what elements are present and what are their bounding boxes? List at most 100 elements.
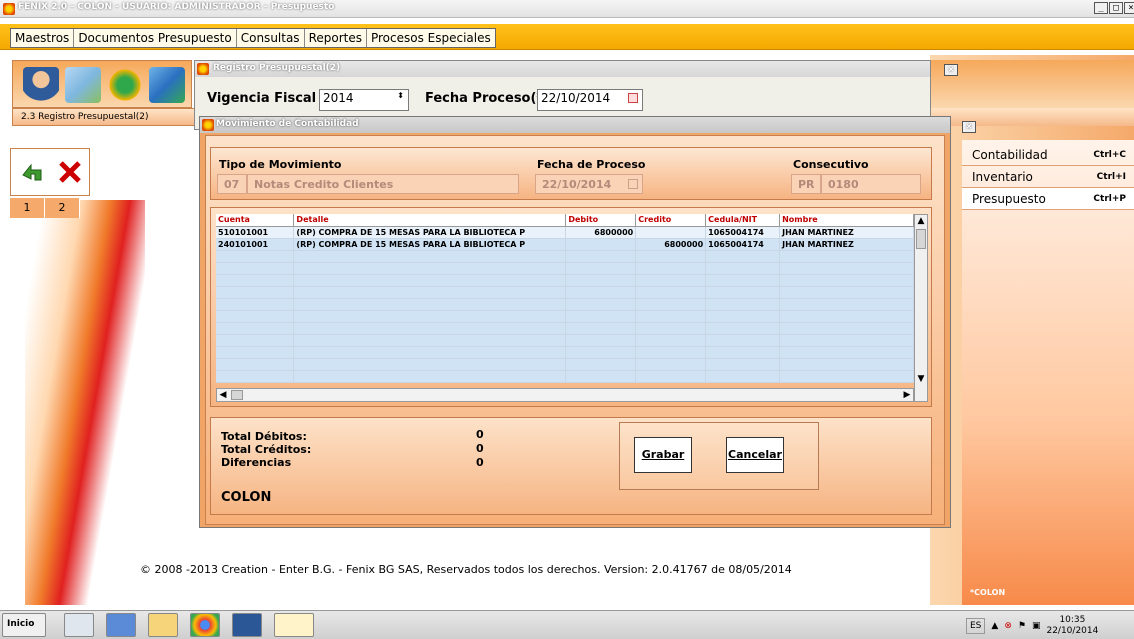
chrome-taskbar-icon[interactable] <box>190 613 220 637</box>
grabar-button[interactable]: Grabar <box>634 437 692 473</box>
empty-row[interactable] <box>216 286 914 299</box>
module-item-presupuesto[interactable]: Presupuesto Ctrl+P <box>962 188 1134 210</box>
computer-taskbar-icon[interactable] <box>64 613 94 637</box>
menu-procesos-especiales[interactable]: Procesos Especiales <box>367 29 495 47</box>
word-taskbar-icon[interactable] <box>232 613 262 637</box>
close-button[interactable]: × <box>944 64 958 76</box>
delete-icon[interactable] <box>57 159 83 185</box>
empty-row[interactable] <box>216 250 914 263</box>
fenix-taskbar-icon[interactable] <box>274 613 314 637</box>
page-tab-2[interactable]: 2 <box>45 198 80 218</box>
scroll-left-icon[interactable]: ◀ <box>217 389 229 401</box>
network-status-icon[interactable]: ⊗ <box>1004 621 1012 631</box>
calendar-icon[interactable] <box>628 179 638 189</box>
scroll-down-icon[interactable]: ▼ <box>915 373 927 385</box>
empty-row[interactable] <box>216 262 914 275</box>
empty-row[interactable] <box>216 298 914 311</box>
movimiento-contabilidad-dialog: Movimiento de Contabilidad _ □ × Tipo de… <box>199 116 976 528</box>
vigencia-label: Vigencia Fiscal <box>207 91 317 106</box>
clock[interactable]: 10:35 22/10/2014 <box>1046 615 1098 637</box>
cell-nombre[interactable]: JHAN MARTINEZ <box>779 226 914 239</box>
explorer-taskbar-icon[interactable] <box>148 613 178 637</box>
cell-detalle[interactable]: (RP) COMPRA DE 15 MESAS PARA LA BIBLIOTE… <box>293 226 567 239</box>
cell-nit[interactable]: 1065004174 <box>705 238 781 251</box>
col-detalle[interactable]: Detalle <box>293 214 567 227</box>
consecutivo-value-field[interactable]: 0180 <box>821 174 921 194</box>
fecha-proceso-field[interactable]: 22/10/2014 <box>535 174 643 194</box>
cancelar-button[interactable]: Cancelar <box>726 437 784 473</box>
calendar-icon[interactable] <box>628 93 638 103</box>
empty-row[interactable] <box>216 322 914 335</box>
cell-cuenta[interactable]: 510101001 <box>216 226 295 239</box>
minimize-button[interactable]: _ <box>1094 2 1108 14</box>
menu-maestros[interactable]: Maestros <box>11 29 75 47</box>
cell-cuenta[interactable]: 240101001 <box>216 238 295 251</box>
module-label: Presupuesto <box>972 192 1046 206</box>
vertical-scrollbar[interactable]: ▲ ▼ <box>914 214 928 402</box>
col-cuenta[interactable]: Cuenta <box>216 214 295 227</box>
col-nombre[interactable]: Nombre <box>779 214 914 227</box>
cell-nit[interactable]: 1065004174 <box>705 226 781 239</box>
cell-debito[interactable]: 6800000 <box>565 226 637 239</box>
scroll-thumb[interactable] <box>916 229 926 249</box>
tipo-name-field[interactable]: Notas Credito Clientes <box>247 174 519 194</box>
scroll-thumb[interactable] <box>231 390 243 400</box>
cell-detalle[interactable]: (RP) COMPRA DE 15 MESAS PARA LA BIBLIOTE… <box>293 238 567 251</box>
cell-nombre[interactable]: JHAN MARTINEZ <box>779 238 914 251</box>
start-button[interactable]: Inicio <box>2 613 46 637</box>
empty-row[interactable] <box>216 358 914 371</box>
table-row[interactable]: 510101001 (RP) COMPRA DE 15 MESAS PARA L… <box>216 226 914 239</box>
fecha-proceso-input[interactable]: 22/10/2014 <box>537 89 643 111</box>
consecutivo-prefix: PR <box>798 178 815 191</box>
module-item-contabilidad[interactable]: Contabilidad Ctrl+C <box>962 144 1134 166</box>
menu-documentos-presupuesto[interactable]: Documentos Presupuesto <box>74 29 237 47</box>
col-credito[interactable]: Credito <box>635 214 707 227</box>
show-hidden-icons[interactable]: ▲ <box>991 621 998 631</box>
scroll-up-icon[interactable]: ▲ <box>915 215 927 227</box>
network-icon[interactable] <box>107 67 143 103</box>
horizontal-scrollbar[interactable]: ◀ ▶ <box>216 388 914 402</box>
empty-row[interactable] <box>216 346 914 359</box>
volume-icon[interactable]: ▣ <box>1032 621 1041 631</box>
scroll-right-icon[interactable]: ▶ <box>901 389 913 401</box>
dialog-title: Movimiento de Contabilidad <box>216 119 359 129</box>
powershell-taskbar-icon[interactable] <box>106 613 136 637</box>
cell-credito[interactable]: 6800000 <box>635 238 707 251</box>
menu-consultas[interactable]: Consultas <box>237 29 305 47</box>
close-button[interactable]: × <box>962 121 976 133</box>
window-icon <box>197 63 209 75</box>
close-button[interactable]: × <box>1124 2 1134 14</box>
spinner-icon[interactable]: ⬍ <box>397 91 404 100</box>
module-shortcut: Ctrl+C <box>1093 150 1126 160</box>
menu-reportes[interactable]: Reportes <box>305 29 367 47</box>
action-center-flag-icon[interactable]: ⚑ <box>1018 621 1026 631</box>
taskbar: Inicio ES ▲ ⊗ ⚑ ▣ 10:35 22/10/2014 <box>0 610 1134 639</box>
diferencias-value: 0 <box>476 456 484 469</box>
vigencia-input[interactable]: 2014 ⬍ <box>319 89 409 111</box>
empty-row[interactable] <box>216 334 914 347</box>
empty-row[interactable] <box>216 310 914 323</box>
page-tab-1[interactable]: 1 <box>10 198 45 218</box>
cell-debito[interactable] <box>565 238 637 251</box>
tipo-code-field[interactable]: 07 <box>217 174 247 194</box>
col-cedula-nit[interactable]: Cedula/NIT <box>705 214 781 227</box>
maximize-button[interactable]: □ <box>1109 2 1123 14</box>
registro-window-title: Registro Presupuestal(2) <box>213 63 341 73</box>
back-arrow-icon[interactable] <box>19 159 45 185</box>
open-window-tab[interactable]: 2.3 Registro Presupuestal(2) <box>12 108 202 126</box>
window-controls: _ □ × <box>1094 2 1134 14</box>
totals-box: Total Débitos: 0 Total Créditos: 0 Difer… <box>210 417 932 515</box>
consecutivo-label: Consecutivo <box>793 158 869 171</box>
scanner-icon[interactable] <box>65 67 101 103</box>
user-icon[interactable] <box>23 67 59 103</box>
cell-credito[interactable] <box>635 226 707 239</box>
consecutivo-prefix-field[interactable]: PR <box>791 174 821 194</box>
computer-sync-icon[interactable] <box>149 67 185 103</box>
right-strip <box>930 60 1134 108</box>
empty-row[interactable] <box>216 274 914 287</box>
language-indicator[interactable]: ES <box>966 617 986 634</box>
module-item-inventario[interactable]: Inventario Ctrl+I <box>962 166 1134 188</box>
table-row[interactable]: 240101001 (RP) COMPRA DE 15 MESAS PARA L… <box>216 238 914 251</box>
empty-row[interactable] <box>216 370 914 383</box>
col-debito[interactable]: Debito <box>565 214 637 227</box>
